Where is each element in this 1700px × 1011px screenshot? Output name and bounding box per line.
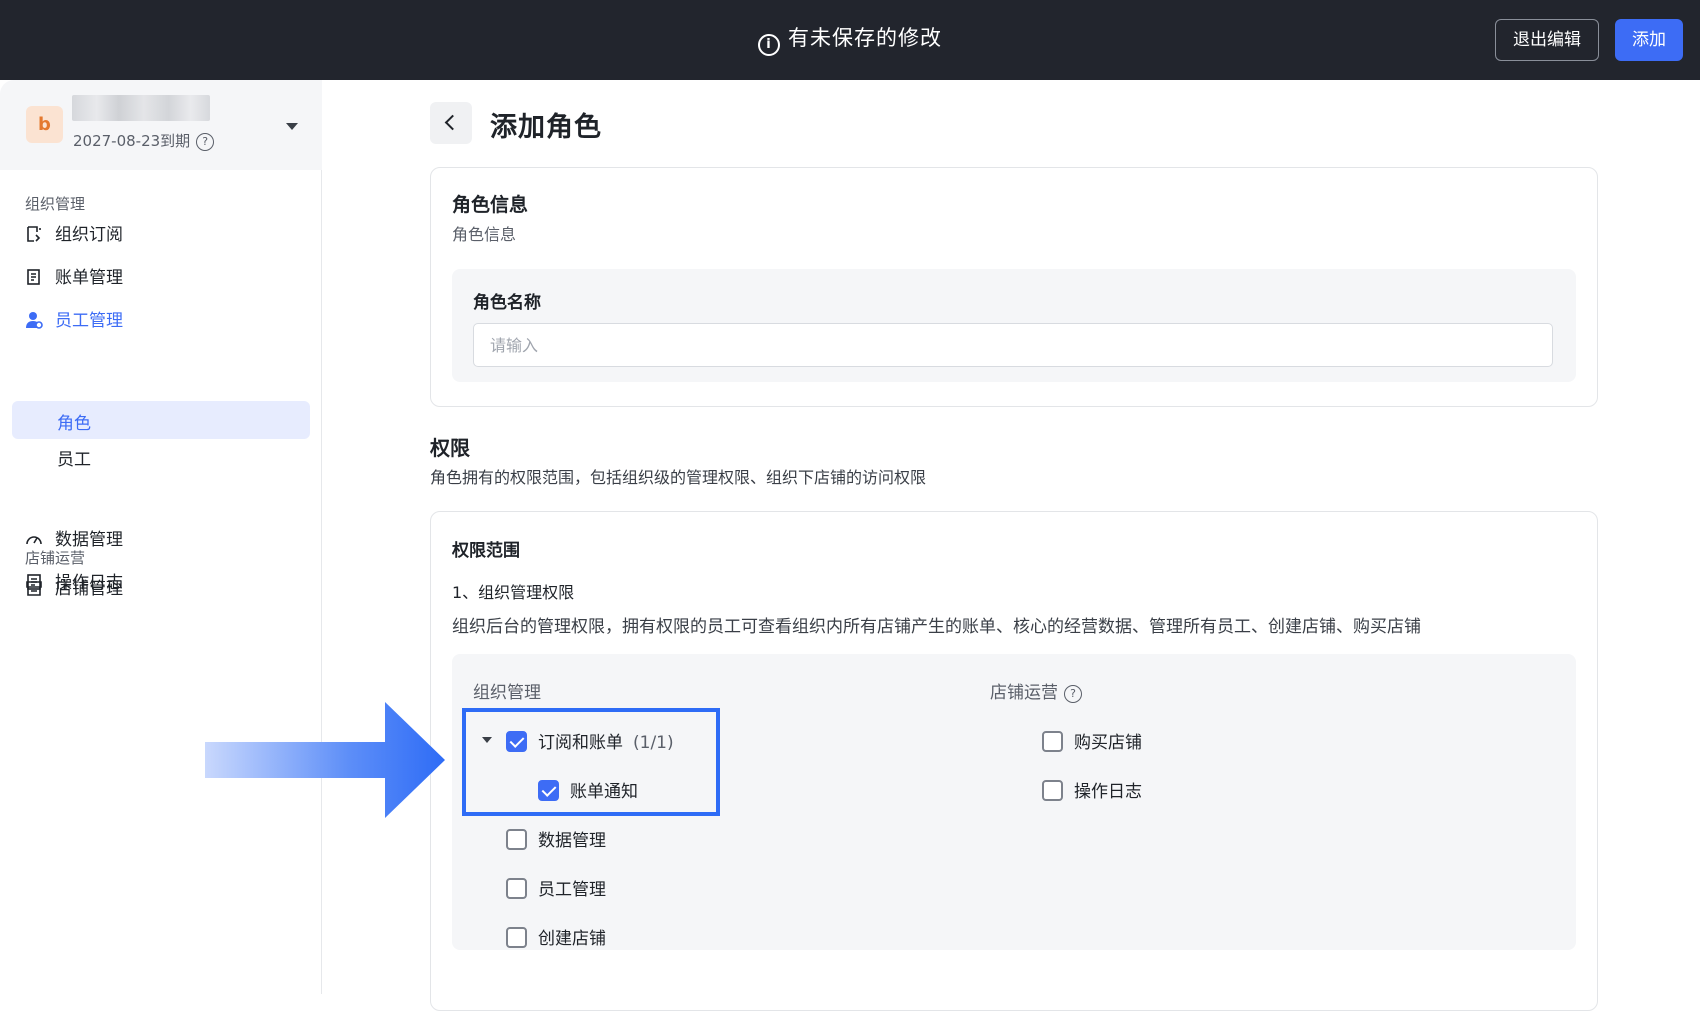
perm-staff-management[interactable]: 员工管理 [506,875,606,900]
sidebar-subitem-role[interactable]: 角色 [12,401,310,439]
org-permission-heading: 1、组织管理权限 [452,583,575,602]
help-icon[interactable]: ? [196,133,215,151]
perm-operation-log[interactable]: 操作日志 [1042,777,1142,802]
role-info-card: 角色信息 角色信息 角色名称 [430,167,1598,407]
checkbox[interactable] [506,878,527,899]
checkbox[interactable] [1042,780,1063,801]
permissions-desc: 角色拥有的权限范围，包括组织级的管理权限、组织下店铺的访问权限 [430,468,927,487]
role-name-label: 角色名称 [473,293,541,313]
unsaved-notice-text: 有未保存的修改 [788,26,942,50]
sidebar-section-org: 组织管理 [25,195,86,213]
add-button[interactable]: 添加 [1615,19,1683,61]
info-icon: i [758,34,780,56]
subscription-icon [27,226,41,242]
sidebar-item-bills[interactable]: 账单管理 [25,259,123,297]
perm-data-management[interactable]: 数据管理 [506,826,606,851]
checkbox[interactable] [506,927,527,948]
sidebar-item-subscription[interactable]: 组织订阅 [25,216,123,254]
permission-scope-title: 权限范围 [452,541,520,561]
highlight-box [462,708,720,816]
sidebar-item-store[interactable]: 店铺管理 [25,570,123,608]
perm-buy-store[interactable]: 购买店铺 [1042,728,1142,753]
exit-edit-button[interactable]: 退出编辑 [1495,19,1599,61]
sidebar-section-store: 店铺运营 [25,549,86,567]
dashboard-icon [26,536,42,545]
role-info-title: 角色信息 [452,194,529,216]
sidebar-subitem-staff[interactable]: 员工 [57,445,91,470]
perm-create-store[interactable]: 创建店铺 [506,924,606,949]
top-bar: i 有未保存的修改 退出编辑 添加 [0,0,1700,80]
main-content: 添加角色 角色信息 角色信息 角色名称 权限 角色拥有的权限范围，包括组织级的管… [322,80,1700,1011]
bill-icon [27,269,40,285]
page-title: 添加角色 [490,112,602,143]
checkbox[interactable] [506,829,527,850]
role-info-subtitle: 角色信息 [452,225,517,244]
org-expire-date: 2027-08-23到期? [73,130,215,151]
pointer-arrow-icon [205,702,445,818]
unsaved-notice: i 有未保存的修改 [0,22,1700,56]
role-name-input[interactable] [473,323,1553,367]
org-switcher[interactable]: b 2027-08-23到期? [0,80,322,170]
help-icon[interactable]: ? [1064,685,1082,703]
sidebar-item-staff[interactable]: 员工管理 [25,302,123,340]
store-column-title: 店铺运营? [990,678,1082,703]
permissions-title: 权限 [430,436,470,460]
store-icon [26,581,42,596]
chevron-down-icon[interactable] [286,123,298,130]
org-column-title: 组织管理 [473,683,541,703]
sidebar: b 2027-08-23到期? 组织管理 组织订阅 账单管理 员工管理 员工 角… [0,80,322,994]
role-name-field-group: 角色名称 [452,269,1576,382]
back-button[interactable] [430,102,472,144]
checkbox[interactable] [1042,731,1063,752]
org-name-blurred [72,95,210,121]
org-avatar: b [26,106,63,143]
org-permission-desc: 组织后台的管理权限，拥有权限的员工可查看组织内所有店铺产生的账单、核心的经营数据… [452,617,1421,637]
staff-icon [26,312,43,329]
